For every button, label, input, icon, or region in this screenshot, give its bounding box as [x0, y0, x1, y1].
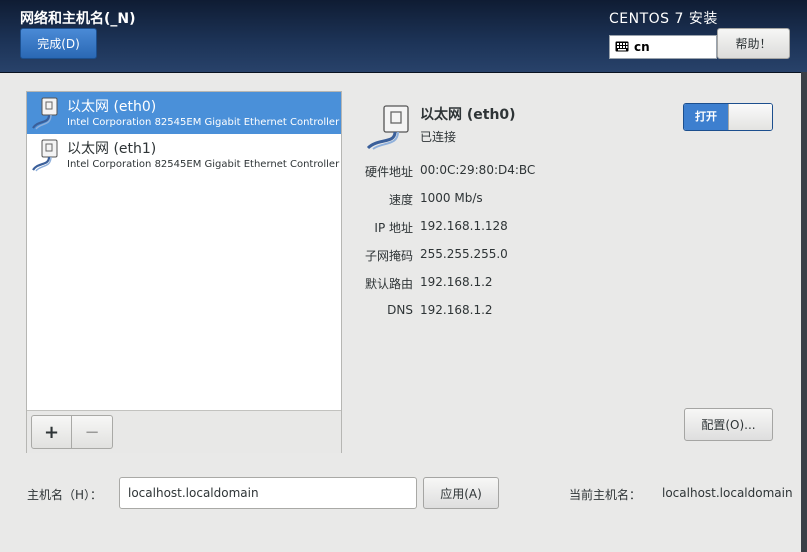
configure-button[interactable]: 配置(O)... [684, 408, 773, 441]
speed-label: 速度 [388, 193, 413, 207]
ip-address-value: 192.168.1.128 [420, 219, 508, 233]
device-panel: 以太网 (eth0) Intel Corporation 82545EM Gig… [26, 91, 342, 453]
device-list: 以太网 (eth0) Intel Corporation 82545EM Gig… [27, 92, 341, 410]
keyboard-layout-label: cn [634, 40, 650, 54]
page-title: 网络和主机名(_N) [20, 11, 136, 27]
keyboard-layout-indicator[interactable]: cn [609, 35, 717, 59]
device-item-eth0[interactable]: 以太网 (eth0) Intel Corporation 82545EM Gig… [27, 92, 341, 134]
window-edge [801, 72, 807, 552]
connection-status: 已连接 [420, 130, 457, 144]
default-route-label: 默认路由 [364, 277, 413, 291]
keyboard-icon [615, 41, 629, 52]
hostname-label: 主机名（H）： [27, 488, 103, 502]
network-card-icon [366, 105, 409, 150]
remove-device-button[interactable]: − [72, 415, 113, 449]
device-item-eth1[interactable]: 以太网 (eth1) Intel Corporation 82545EM Gig… [27, 134, 341, 176]
install-title: CENTOS 7 安装 [609, 11, 718, 27]
network-card-icon [32, 139, 58, 172]
hardware-address-value: 00:0C:29:80:D4:BC [420, 163, 536, 177]
add-device-button[interactable]: + [31, 415, 72, 449]
device-name: 以太网 (eth1) [67, 141, 157, 157]
current-hostname-label: 当前主机名： [569, 488, 642, 502]
device-description: Intel Corporation 82545EM Gigabit Ethern… [67, 117, 341, 128]
selected-device-name: 以太网 (eth0) [420, 107, 516, 123]
speed-value: 1000 Mb/s [420, 191, 483, 205]
ip-address-label: IP 地址 [374, 221, 413, 235]
network-card-icon [32, 97, 58, 130]
done-button[interactable]: 完成(D) [20, 28, 97, 59]
subnet-mask-label: 子网掩码 [364, 249, 413, 263]
apply-hostname-button[interactable]: 应用(A) [423, 477, 499, 509]
device-description: Intel Corporation 82545EM Gigabit Ethern… [67, 159, 341, 170]
device-toolbar: + − [27, 410, 341, 453]
top-bar: 网络和主机名(_N) 完成(D) CENTOS 7 安装 cn 帮助！ [0, 0, 807, 73]
help-button[interactable]: 帮助！ [717, 28, 790, 59]
current-hostname-value: localhost.localdomain [662, 486, 793, 500]
hardware-address-label: 硬件地址 [364, 165, 413, 179]
dns-value: 192.168.1.2 [420, 303, 493, 317]
device-name: 以太网 (eth0) [67, 99, 157, 115]
connection-toggle[interactable]: 打开 [683, 103, 773, 131]
toggle-knob[interactable] [728, 104, 772, 130]
hostname-input[interactable] [119, 477, 417, 509]
toggle-on-label: 打开 [684, 104, 728, 130]
subnet-mask-value: 255.255.255.0 [420, 247, 508, 261]
dns-label: DNS [387, 303, 413, 317]
default-route-value: 192.168.1.2 [420, 275, 493, 289]
